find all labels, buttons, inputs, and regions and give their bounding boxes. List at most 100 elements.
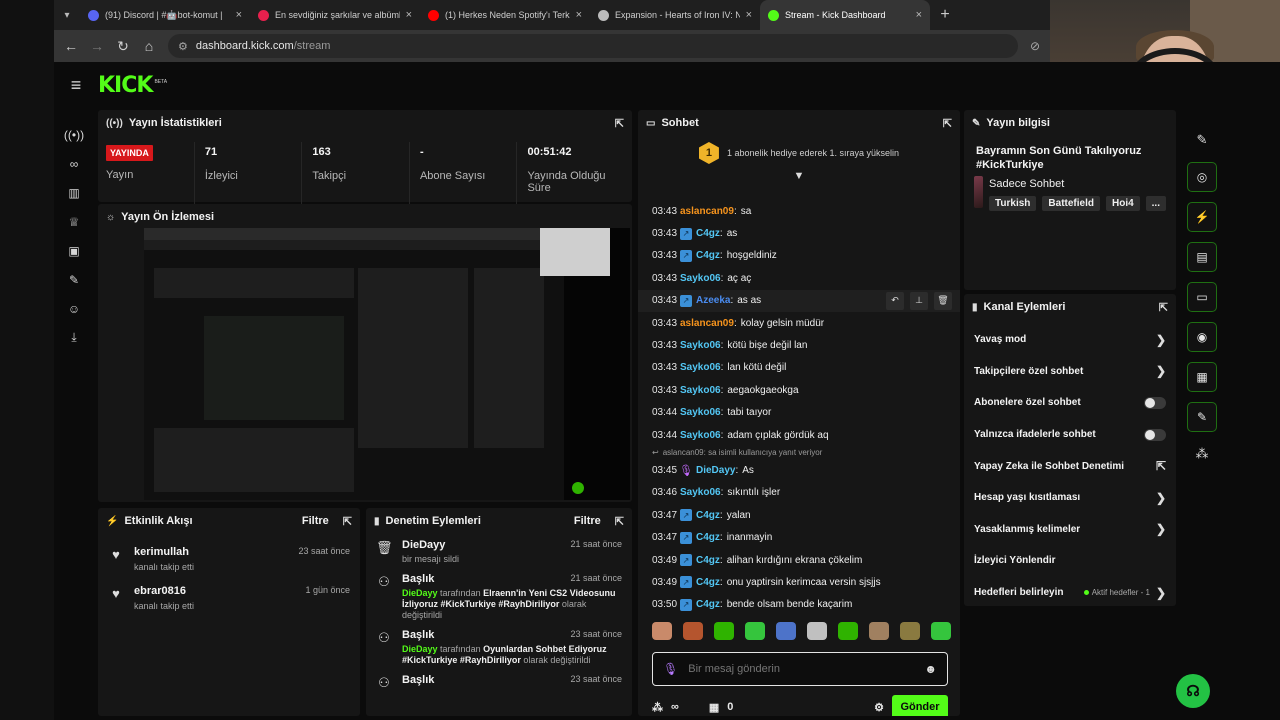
popout-icon[interactable]: ⇱ — [615, 117, 624, 130]
analytics-icon[interactable]: ▥ — [54, 178, 94, 207]
browser-tab[interactable]: (91) Discord | #🤖bot-komut | × — [80, 0, 250, 30]
stream-preview-video[interactable] — [144, 228, 630, 500]
message-username[interactable]: C4gz — [696, 510, 720, 521]
close-tab-icon[interactable]: × — [746, 9, 752, 21]
stream-tag[interactable]: Battefield — [1042, 196, 1100, 211]
edit-icon[interactable]: ✎ — [1187, 128, 1217, 152]
emote-icon[interactable] — [745, 622, 765, 640]
close-tab-icon[interactable]: × — [406, 9, 412, 21]
new-tab-button[interactable]: + — [930, 0, 960, 30]
message-username[interactable]: Sayko06 — [680, 273, 721, 284]
wrench-icon[interactable]: ✎ — [54, 265, 94, 294]
address-bar[interactable]: ⚙ dashboard.kick.com/stream — [168, 34, 1018, 58]
channel-action-row[interactable]: Yavaş mod ❯ — [964, 324, 1176, 356]
toggle-switch[interactable] — [1144, 396, 1166, 409]
chat-settings-icon[interactable]: ⚙ — [874, 701, 884, 714]
mod-actor[interactable]: DieDayy — [402, 644, 438, 654]
emote-icon[interactable] — [714, 622, 734, 640]
mod-filter-button[interactable]: Filtre — [574, 515, 601, 527]
gift-leaderboard-banner[interactable]: 1 1 abonelik hediye ederek 1. sıraya yük… — [638, 136, 960, 170]
message-username[interactable]: aslancan09 — [680, 318, 734, 329]
notes-icon[interactable]: ▤ — [1187, 242, 1217, 272]
share-icon[interactable]: ⁂ — [1187, 442, 1217, 466]
chat-message[interactable]: 03:43 Sayko06: aegaokgaeokga — [638, 379, 960, 401]
message-username[interactable]: Sayko06 — [680, 487, 721, 498]
browser-tab[interactable]: Expansion - Hearts of Iron IV: N × — [590, 0, 760, 30]
message-username[interactable]: aslancan09 — [680, 206, 734, 217]
chat-message[interactable]: 03:43 Sayko06: lan kötü değil — [638, 357, 960, 379]
channel-action-row[interactable]: Takipçilere özel sohbet ❯ — [964, 356, 1176, 388]
home-icon[interactable]: ⌂ — [142, 38, 156, 54]
message-username[interactable]: C4gz — [696, 228, 720, 239]
reply-icon[interactable]: ↶ — [886, 291, 904, 310]
site-info-icon[interactable]: ⚙ — [178, 40, 188, 53]
toggle-switch[interactable] — [1144, 428, 1166, 441]
channel-action-row[interactable]: Hesap yaşı kısıtlaması ❯ — [964, 482, 1176, 514]
chat-input-box[interactable]: 🎙 ☻ — [652, 652, 948, 686]
chat-message[interactable]: 03:43 Sayko06: kötü bişe değil lan — [638, 334, 960, 356]
chat-bubble-icon[interactable]: ▭ — [1187, 282, 1217, 312]
close-tab-icon[interactable]: × — [236, 9, 242, 21]
broadcast-icon[interactable]: ((•)) — [54, 120, 94, 149]
activity-filter-button[interactable]: Filtre — [302, 515, 329, 527]
support-headset-icon[interactable]: ☊ — [1176, 674, 1210, 708]
mic-icon[interactable]: 🎙 — [663, 662, 678, 676]
popout-icon[interactable]: ⇱ — [943, 117, 952, 130]
message-username[interactable]: Sayko06 — [680, 340, 721, 351]
channel-action-row[interactable]: Yalnızca ifadelerle sohbet — [964, 419, 1176, 451]
chat-message[interactable]: 03:45 🎙 DieDayy: As — [638, 459, 960, 481]
chat-message[interactable]: 03:46 Sayko06: sıkıntılı işler — [638, 482, 960, 504]
emote-icon[interactable] — [776, 622, 796, 640]
stream-tag[interactable]: Turkish — [989, 196, 1037, 211]
chat-message[interactable]: 03:43 ↗ Azeeka: as as ↶ ⊥ 🗑 — [638, 289, 960, 312]
chat-message[interactable]: 03:44 Sayko06: adam çıplak gördük aq — [638, 424, 960, 446]
back-icon[interactable]: ← — [64, 38, 78, 54]
emoji-icon[interactable]: ☻ — [924, 662, 937, 676]
browser-tab[interactable]: (1) Herkes Neden Spotify'ı Terk × — [420, 0, 590, 30]
emote-icon[interactable] — [652, 622, 672, 640]
trophy-icon[interactable]: ♕ — [54, 207, 94, 236]
chat-message[interactable]: 03:47 ↗ C4gz: yalan — [638, 504, 960, 526]
channel-action-row[interactable]: Yapay Zeka ile Sohbet Denetimi ⇱ — [964, 450, 1176, 482]
collapse-icon[interactable]: ▼ — [638, 170, 960, 186]
message-username[interactable]: C4gz — [696, 250, 720, 261]
emote-icon[interactable] — [683, 622, 703, 640]
chat-message[interactable]: 03:49 ↗ C4gz: alihan kırdığını ekrana çökel… — [638, 549, 960, 571]
viewers-icon[interactable]: ⁂ — [652, 701, 663, 714]
broadcast-icon[interactable]: ◉ — [1187, 322, 1217, 352]
send-button[interactable]: Gönder — [892, 695, 948, 716]
message-username[interactable]: C4gz — [696, 532, 720, 543]
message-username[interactable]: Azeeka — [696, 295, 730, 306]
lightning-icon[interactable]: ⚡ — [1187, 202, 1217, 232]
activity-username[interactable]: ebrar0816 — [134, 585, 186, 597]
close-tab-icon[interactable]: × — [576, 9, 582, 21]
eye-off-icon[interactable]: ⊘ — [1030, 39, 1040, 53]
delete-icon[interactable]: 🗑 — [934, 291, 952, 310]
emote-icon[interactable] — [838, 622, 858, 640]
menu-icon[interactable]: ≡ — [54, 75, 98, 96]
chat-message[interactable]: 03:43 ↗ C4gz: as — [638, 222, 960, 244]
channel-action-row[interactable]: Hedefleri belirleyin Aktif hedefler - 1 ❯ — [964, 577, 1176, 609]
chat-message[interactable]: 03:47 ↗ C4gz: inanmayin — [638, 526, 960, 548]
chat-message[interactable]: 03:43 ↗ C4gz: hoşgeldiniz — [638, 245, 960, 267]
wrench-icon[interactable]: ✎ — [1187, 402, 1217, 432]
browser-tab[interactable]: Stream - Kick Dashboard × — [760, 0, 930, 30]
emote-icon[interactable] — [869, 622, 889, 640]
kick-logo[interactable]: KICK BETA — [98, 73, 167, 98]
activity-username[interactable]: kerimullah — [134, 546, 189, 558]
popout-icon[interactable]: ⇱ — [615, 515, 624, 528]
clips-icon[interactable]: ▣ — [54, 236, 94, 265]
reload-icon[interactable]: ↻ — [116, 38, 130, 55]
emote-icon[interactable] — [900, 622, 920, 640]
stream-tag[interactable]: Hoi4 — [1105, 196, 1140, 211]
message-username[interactable]: Sayko06 — [680, 385, 721, 396]
channel-action-row[interactable]: Abonelere özel sohbet — [964, 387, 1176, 419]
message-username[interactable]: C4gz — [696, 577, 720, 588]
message-username[interactable]: Sayko06 — [680, 430, 721, 441]
upload-icon[interactable]: ⤓ — [54, 323, 94, 352]
browser-tab[interactable]: En sevdiğiniz şarkılar ve albümle × — [250, 0, 420, 30]
stream-tag[interactable]: ... — [1145, 196, 1166, 211]
popout-icon[interactable]: ⇱ — [1159, 301, 1168, 314]
message-username[interactable]: C4gz — [696, 555, 720, 566]
layout-icon[interactable]: ▦ — [1187, 362, 1217, 392]
